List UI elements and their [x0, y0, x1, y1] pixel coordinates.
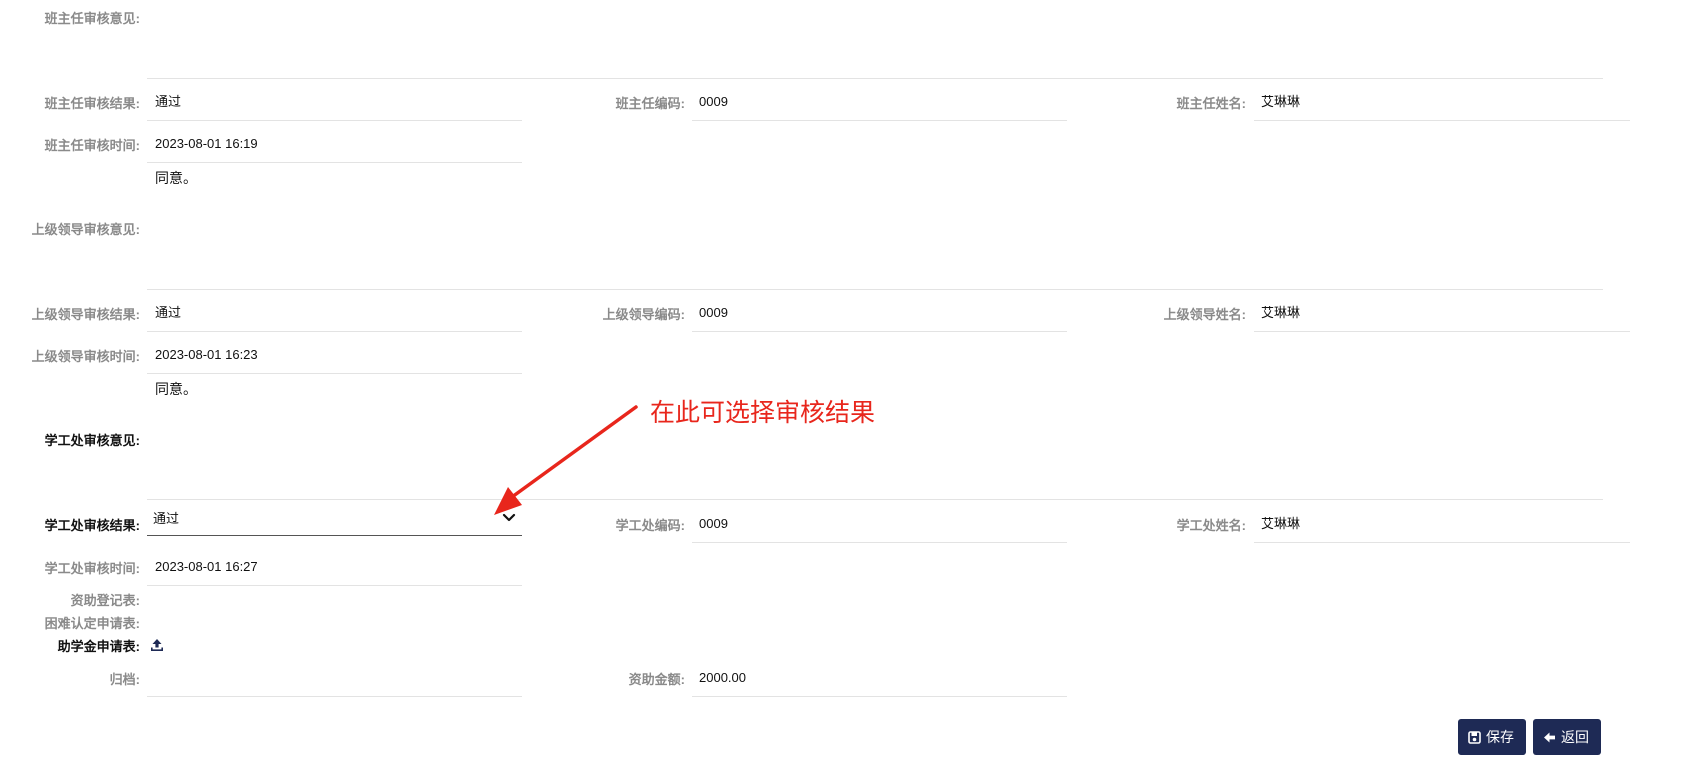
- aid-amount-field: [692, 696, 1067, 697]
- student-affairs-opinion-text: 同意。: [155, 381, 197, 397]
- class-teacher-code-label: 班主任编码:: [615, 96, 685, 111]
- back-button[interactable]: 返回: [1533, 719, 1601, 755]
- superior-result-value: 通过: [155, 305, 182, 320]
- student-affairs-result-select[interactable]: 通过: [147, 502, 522, 536]
- class-teacher-name-value: 艾琳琳: [1261, 94, 1301, 109]
- superior-code-label: 上级领导编码:: [602, 307, 685, 322]
- aid-registration-label: 资助登记表:: [70, 593, 140, 608]
- student-affairs-code-label: 学工处编码:: [615, 518, 685, 533]
- student-affairs-code-value: 0009: [699, 516, 728, 531]
- arrow-left-icon: [1544, 732, 1555, 743]
- class-teacher-time-field: [147, 162, 522, 163]
- superior-opinion-field: [147, 289, 1603, 290]
- class-teacher-opinion-field: [147, 78, 1603, 79]
- student-affairs-name-value: 艾琳琳: [1261, 516, 1301, 531]
- student-affairs-result-selected: 通过: [153, 511, 180, 526]
- aid-amount-value: 2000.00: [699, 670, 746, 685]
- superior-code-field: [692, 331, 1067, 332]
- class-teacher-result-field: [147, 120, 522, 121]
- superior-result-label: 上级领导审核结果:: [31, 307, 140, 322]
- archive-field: [147, 696, 522, 697]
- hardship-application-label: 困难认定申请表:: [44, 616, 140, 631]
- back-button-label: 返回: [1561, 729, 1589, 745]
- class-teacher-code-field: [692, 120, 1067, 121]
- superior-time-value: 2023-08-01 16:23: [155, 347, 258, 362]
- class-teacher-result-value: 通过: [155, 94, 182, 109]
- superior-name-field: [1254, 331, 1630, 332]
- student-affairs-name-field: [1254, 542, 1630, 543]
- floppy-disk-icon: [1468, 731, 1481, 744]
- superior-opinion-label: 上级领导审核意见:: [31, 222, 140, 237]
- save-button[interactable]: 保存: [1458, 719, 1526, 755]
- superior-time-field: [147, 373, 522, 374]
- student-affairs-opinion-label: 学工处审核意见:: [44, 433, 140, 448]
- student-affairs-time-field: [147, 585, 522, 586]
- class-teacher-time-value: 2023-08-01 16:19: [155, 136, 258, 151]
- superior-opinion-text: 同意。: [155, 170, 197, 186]
- student-affairs-name-label: 学工处姓名:: [1176, 518, 1246, 533]
- superior-name-label: 上级领导姓名:: [1163, 307, 1246, 322]
- student-affairs-result-label: 学工处审核结果:: [44, 518, 140, 533]
- class-teacher-name-field: [1254, 120, 1630, 121]
- superior-time-label: 上级领导审核时间:: [31, 349, 140, 364]
- grant-application-label: 助学金申请表:: [57, 639, 140, 654]
- student-affairs-time-value: 2023-08-01 16:27: [155, 559, 258, 574]
- student-affairs-code-field: [692, 542, 1067, 543]
- student-affairs-opinion-field[interactable]: [147, 499, 1603, 500]
- audit-form-page: 班主任审核意见: 班主任审核结果: 通过 班主任编码: 0009 班主任姓名: …: [0, 0, 1691, 769]
- superior-result-field: [147, 331, 522, 332]
- superior-name-value: 艾琳琳: [1261, 305, 1301, 320]
- annotation-text: 在此可选择审核结果: [650, 399, 876, 427]
- student-affairs-time-label: 学工处审核时间:: [44, 561, 140, 576]
- aid-amount-label: 资助金额:: [628, 672, 685, 687]
- class-teacher-opinion-label: 班主任审核意见:: [44, 11, 140, 26]
- annotation-arrow: [494, 405, 638, 515]
- archive-label: 归档:: [109, 672, 140, 687]
- class-teacher-name-label: 班主任姓名:: [1176, 96, 1246, 111]
- upload-icon[interactable]: [150, 638, 164, 652]
- class-teacher-result-label: 班主任审核结果:: [44, 96, 140, 111]
- superior-code-value: 0009: [699, 305, 728, 320]
- class-teacher-code-value: 0009: [699, 94, 728, 109]
- class-teacher-time-label: 班主任审核时间:: [44, 138, 140, 153]
- save-button-label: 保存: [1486, 729, 1514, 745]
